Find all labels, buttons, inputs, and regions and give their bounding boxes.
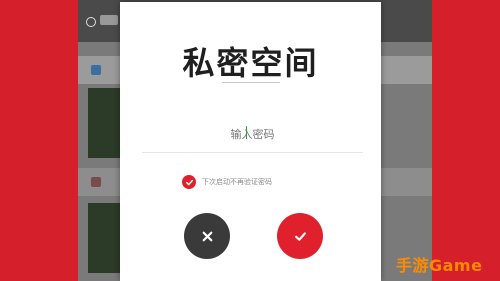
watermark-logo: 手游Game [396, 251, 482, 277]
confirm-button[interactable] [277, 213, 323, 259]
password-dialog: 私密空间 下次启动不再验证密码 [120, 2, 381, 281]
check-icon [294, 231, 306, 241]
checkbox-icon [91, 65, 101, 75]
background-right [432, 0, 500, 281]
thumbnail [88, 203, 120, 273]
remember-label: 下次启动不再验证密码 [202, 178, 272, 186]
dialog-title: 私密空间 [182, 44, 319, 82]
text-cursor [246, 126, 247, 139]
checkbox-icon [91, 177, 101, 187]
thumbnail [88, 88, 120, 158]
dialog-subtitle [120, 82, 381, 90]
header-label [100, 15, 118, 25]
radio-icon [86, 17, 96, 27]
remember-option[interactable]: 下次启动不再验证密码 [182, 174, 272, 190]
password-input[interactable] [142, 116, 363, 153]
background-left [0, 0, 78, 281]
watermark-text: 手游Game [396, 256, 483, 275]
cancel-button[interactable] [184, 213, 230, 259]
check-icon [185, 179, 193, 185]
close-icon [202, 231, 212, 241]
password-field-wrapper [142, 116, 363, 158]
remember-checkbox[interactable] [182, 175, 196, 189]
